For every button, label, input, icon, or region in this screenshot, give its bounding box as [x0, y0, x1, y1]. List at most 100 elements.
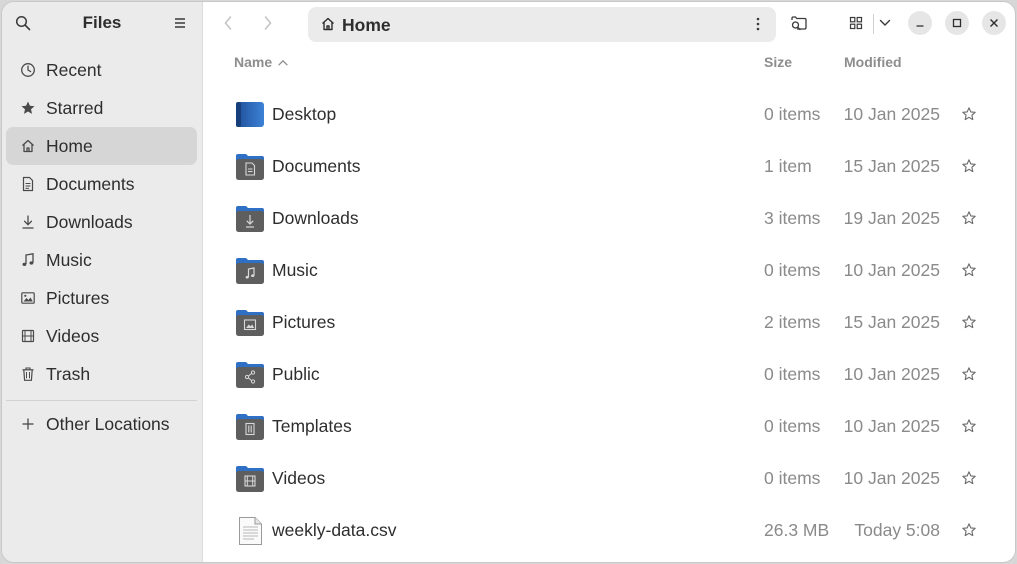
sidebar-item-videos[interactable]: Videos	[6, 317, 197, 355]
picture-icon	[20, 290, 36, 306]
sidebar-item-label: Music	[46, 249, 92, 270]
text-file-icon	[239, 517, 262, 545]
home-icon	[20, 138, 36, 154]
sidebar-item-recent[interactable]: Recent	[6, 51, 197, 89]
file-modified: 10 Jan 2025	[843, 416, 940, 436]
sidebar-item-label: Starred	[46, 97, 104, 118]
forward-arrow-icon[interactable]	[255, 10, 281, 36]
sidebar-item-label: Documents	[46, 173, 135, 194]
pictures-folder-icon	[236, 310, 264, 336]
file-size: 3 items	[764, 208, 821, 228]
file-modified: 19 Jan 2025	[843, 208, 940, 228]
grid-view-icon[interactable]	[843, 10, 869, 36]
column-header-name-label: Name	[234, 54, 273, 70]
star-outline-icon[interactable]	[961, 262, 977, 278]
home-icon	[320, 16, 336, 37]
path-current-folder[interactable]: Home	[342, 15, 391, 36]
desktop-folder-icon	[236, 102, 264, 127]
sort-ascending-icon	[278, 59, 288, 65]
sidebar-places: Recent Starred Home Documents Downloads …	[6, 51, 197, 393]
sidebar-item-home[interactable]: Home	[6, 127, 197, 165]
sidebar-item-starred[interactable]: Starred	[6, 89, 197, 127]
file-modified: 10 Jan 2025	[843, 364, 940, 384]
file-name: Music	[272, 260, 318, 280]
sidebar-item-label: Trash	[46, 363, 91, 384]
main-pane: Home Name Size Modified Desktop 0 items …	[203, 2, 1015, 562]
sidebar-item-documents[interactable]: Documents	[6, 165, 197, 203]
document-icon	[20, 176, 36, 192]
file-name: Templates	[272, 416, 352, 436]
path-bar[interactable]: Home	[308, 7, 776, 42]
file-size: 2 items	[764, 312, 821, 332]
sidebar-item-other-locations[interactable]: Other Locations	[6, 405, 197, 443]
sidebar-item-pictures[interactable]: Pictures	[6, 279, 197, 317]
star-icon	[20, 100, 36, 116]
star-outline-icon[interactable]	[961, 522, 977, 538]
file-name: Desktop	[272, 104, 337, 124]
file-list: Desktop 0 items 10 Jan 2025 Documents 1 …	[203, 89, 1015, 557]
file-row-weekly-data[interactable]: weekly-data.csv 26.3 MB Today 5:08	[203, 505, 1015, 557]
file-size: 0 items	[764, 364, 821, 384]
sidebar-item-label: Downloads	[46, 211, 133, 232]
file-name: Videos	[272, 468, 326, 488]
file-size: 1 item	[764, 156, 812, 176]
trash-icon	[20, 366, 36, 382]
sidebar-other: Other Locations	[6, 405, 197, 443]
hamburger-menu-icon[interactable]	[167, 10, 193, 36]
close-icon[interactable]	[982, 11, 1006, 35]
star-outline-icon[interactable]	[961, 106, 977, 122]
minimize-icon[interactable]	[908, 11, 932, 35]
star-outline-icon[interactable]	[961, 418, 977, 434]
file-row-public[interactable]: Public 0 items 10 Jan 2025	[203, 349, 1015, 401]
back-arrow-icon[interactable]	[215, 10, 241, 36]
file-row-templates[interactable]: Templates 0 items 10 Jan 2025	[203, 401, 1015, 453]
file-modified: Today 5:08	[854, 520, 940, 540]
star-outline-icon[interactable]	[961, 158, 977, 174]
sidebar: Files Recent Starred Home Documents Down…	[2, 2, 203, 562]
documents-folder-icon	[236, 154, 264, 180]
clock-icon	[20, 62, 36, 78]
sidebar-item-label: Videos	[46, 325, 100, 346]
sidebar-item-label: Other Locations	[46, 413, 170, 434]
star-outline-icon[interactable]	[961, 366, 977, 382]
sidebar-item-music[interactable]: Music	[6, 241, 197, 279]
column-header-size[interactable]: Size	[764, 54, 792, 70]
star-outline-icon[interactable]	[961, 470, 977, 486]
sidebar-header: Files	[2, 2, 202, 44]
search-location-icon[interactable]	[786, 10, 812, 36]
download-icon	[20, 214, 36, 230]
file-row-downloads[interactable]: Downloads 3 items 19 Jan 2025	[203, 193, 1015, 245]
column-header-name[interactable]: Name	[234, 54, 288, 70]
kebab-menu-icon[interactable]	[745, 11, 771, 37]
music-icon	[20, 252, 36, 268]
file-size: 0 items	[764, 416, 821, 436]
file-modified: 10 Jan 2025	[843, 260, 940, 280]
star-outline-icon[interactable]	[961, 210, 977, 226]
file-name: Downloads	[272, 208, 359, 228]
file-modified: 15 Jan 2025	[843, 312, 940, 332]
sidebar-item-label: Home	[46, 135, 93, 156]
file-size: 26.3 MB	[764, 520, 830, 540]
sidebar-item-label: Pictures	[46, 287, 110, 308]
file-size: 0 items	[764, 260, 821, 280]
column-header-modified[interactable]: Modified	[844, 54, 902, 70]
downloads-folder-icon	[236, 206, 264, 232]
sidebar-item-downloads[interactable]: Downloads	[6, 203, 197, 241]
videos-folder-icon	[236, 466, 264, 492]
plus-icon	[20, 416, 36, 432]
file-row-videos[interactable]: Videos 0 items 10 Jan 2025	[203, 453, 1015, 505]
file-row-desktop[interactable]: Desktop 0 items 10 Jan 2025	[203, 89, 1015, 141]
chevron-down-icon[interactable]	[872, 10, 898, 36]
templates-folder-icon	[236, 414, 264, 440]
file-row-pictures[interactable]: Pictures 2 items 15 Jan 2025	[203, 297, 1015, 349]
sidebar-item-trash[interactable]: Trash	[6, 355, 197, 393]
maximize-icon[interactable]	[945, 11, 969, 35]
file-modified: 15 Jan 2025	[843, 156, 940, 176]
file-name: weekly-data.csv	[272, 520, 397, 540]
sidebar-item-label: Recent	[46, 59, 102, 80]
file-row-documents[interactable]: Documents 1 item 15 Jan 2025	[203, 141, 1015, 193]
file-name: Documents	[272, 156, 361, 176]
file-row-music[interactable]: Music 0 items 10 Jan 2025	[203, 245, 1015, 297]
file-modified: 10 Jan 2025	[843, 468, 940, 488]
star-outline-icon[interactable]	[961, 314, 977, 330]
